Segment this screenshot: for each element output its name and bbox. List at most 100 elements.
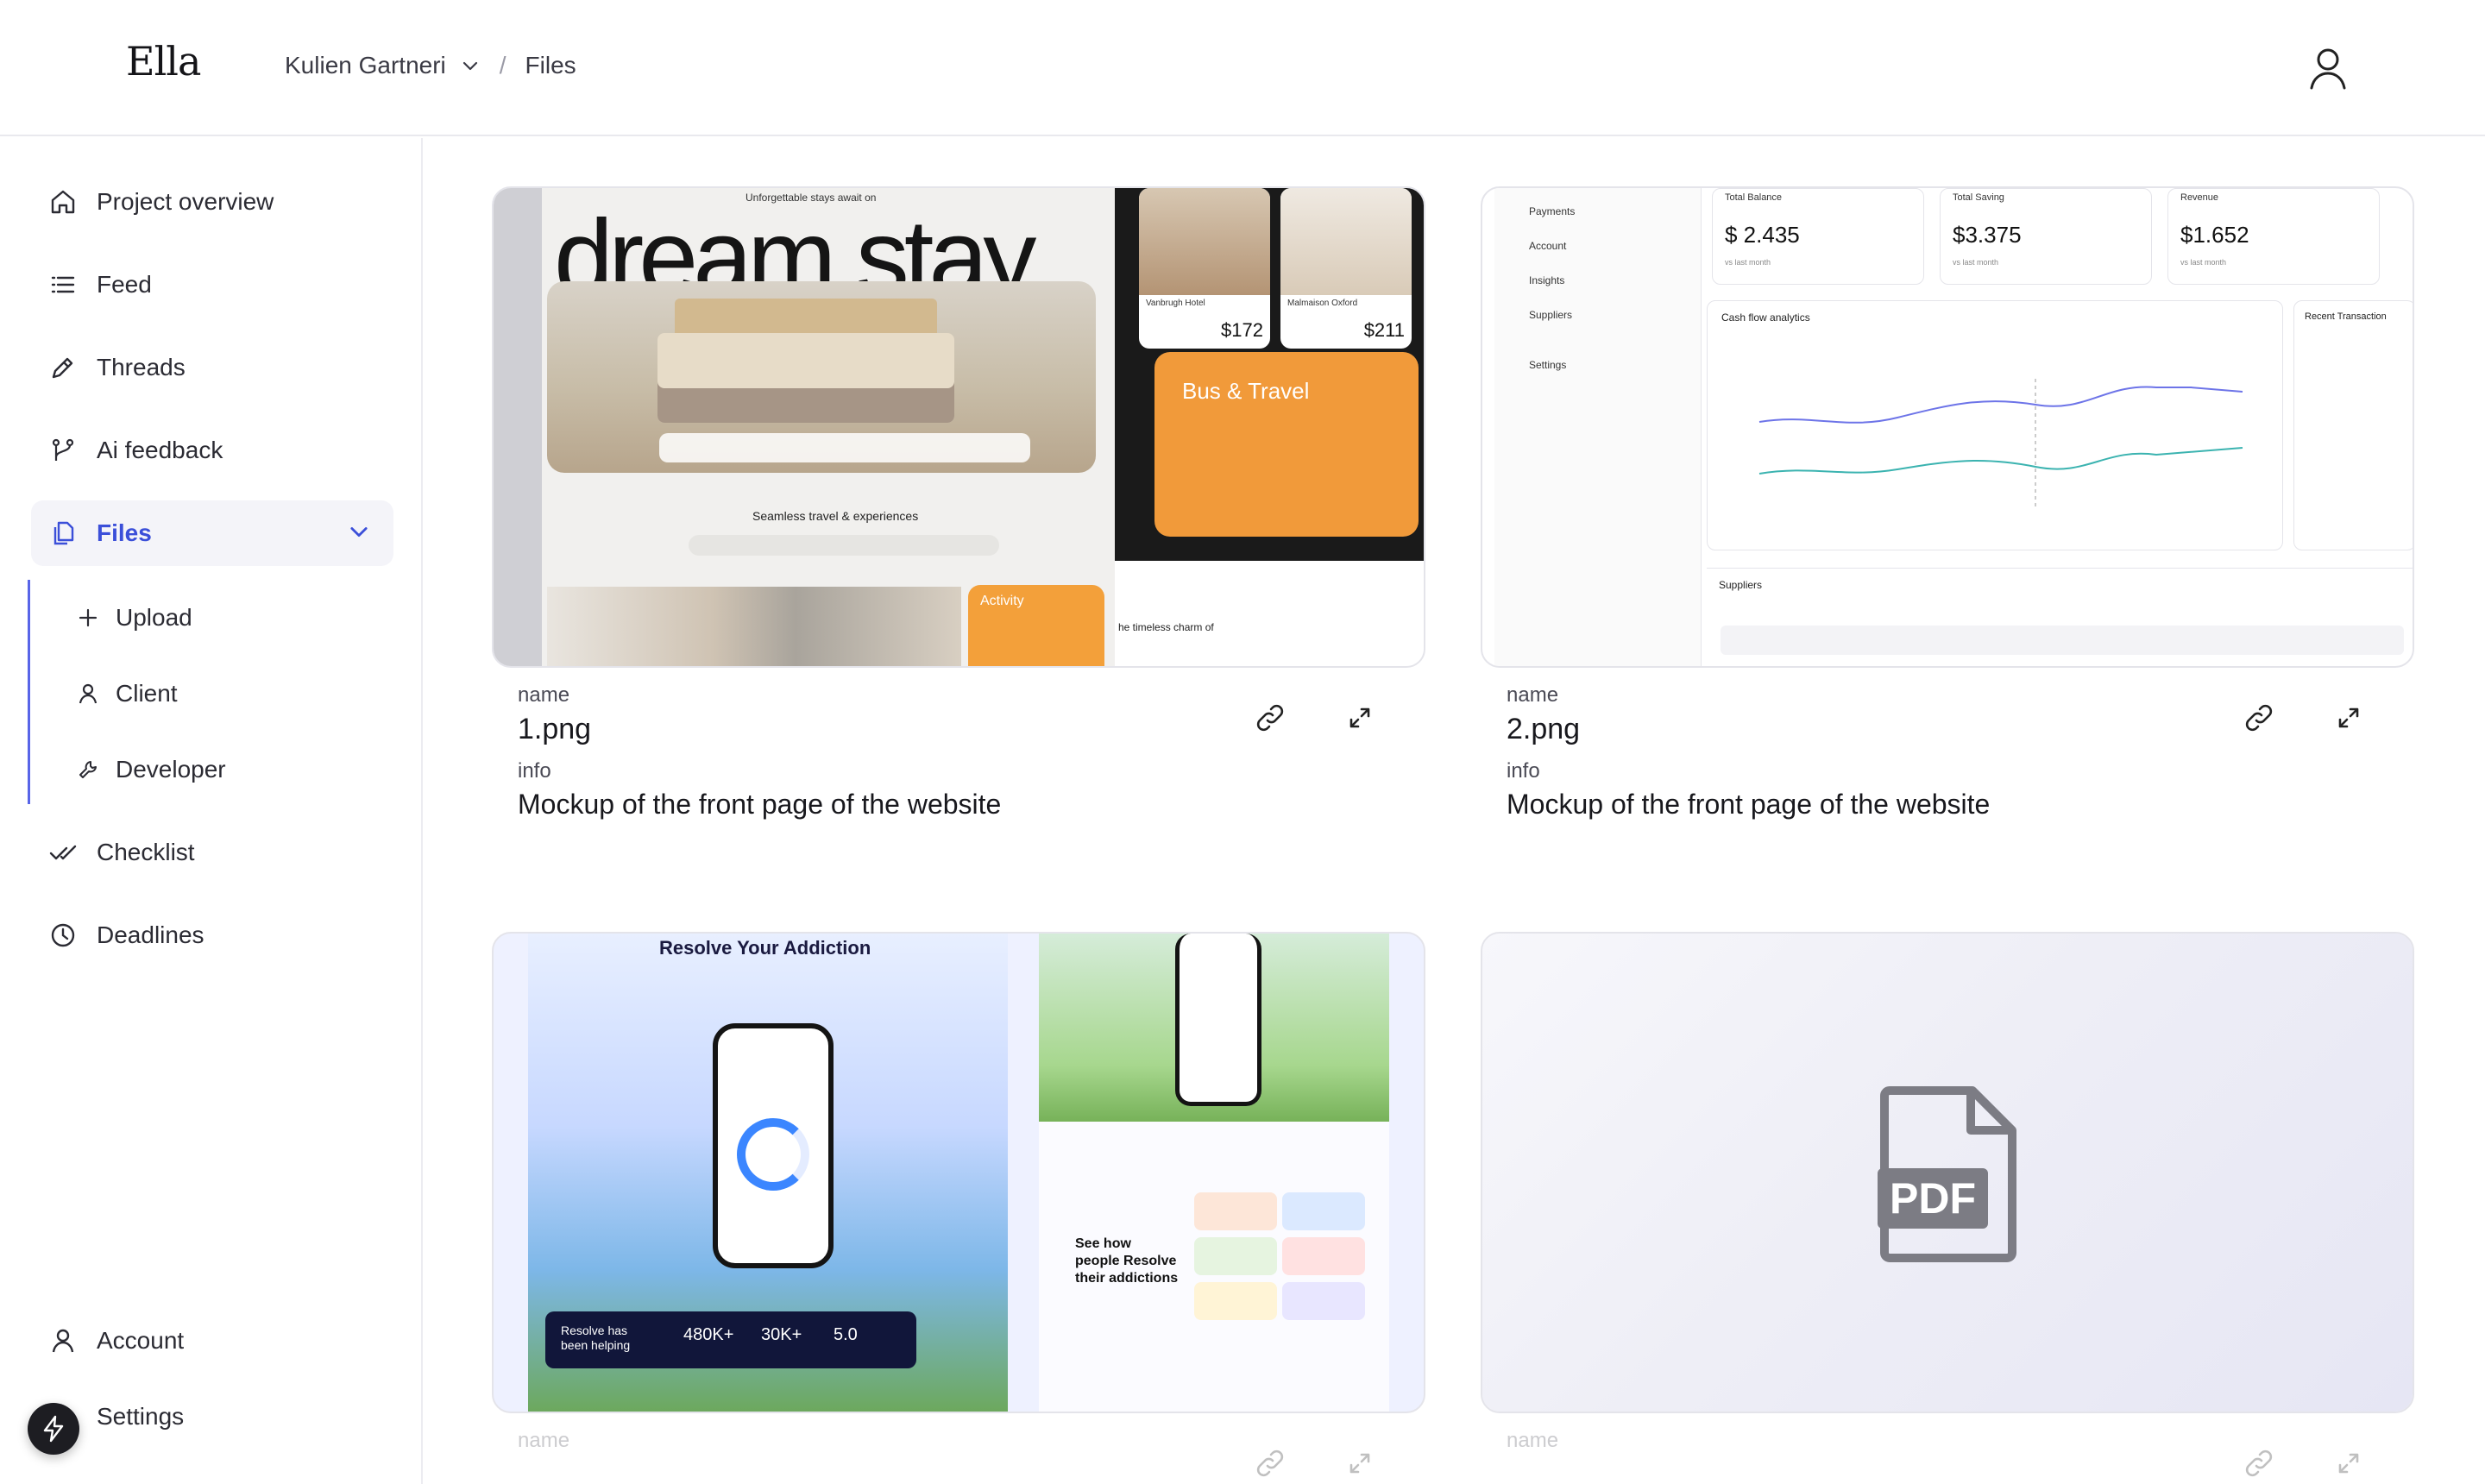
expand-button[interactable] <box>1341 699 1379 737</box>
list-icon <box>48 270 78 299</box>
file-name: 1.png <box>518 713 592 745</box>
mockup-suppliers-table: Suppliers <box>1707 568 2413 666</box>
file-card: Payments Account Insights Suppliers Sett… <box>1481 186 2414 842</box>
sidebar-subitem-label: Upload <box>116 604 192 631</box>
sidebar-item-label: Account <box>97 1327 185 1354</box>
sidebar-subitem-label: Client <box>116 680 178 707</box>
sidebar-item-project-overview[interactable]: Project overview <box>31 169 393 235</box>
file-thumbnail[interactable]: Resolve Your Addiction Resolve has been … <box>492 932 1425 1413</box>
file-info: Mockup of the front page of the website <box>1507 789 1991 820</box>
mockup-title: Resolve Your Addiction <box>659 937 871 959</box>
breadcrumb: Kulien Gartneri / Files <box>285 52 576 79</box>
mockup-testimonial-cards <box>1194 1192 1372 1391</box>
sidebar-item-settings[interactable]: Settings <box>31 1384 393 1449</box>
files-icon <box>48 519 78 548</box>
file-name-label: name <box>1507 1429 1559 1452</box>
sidebar-subitem-developer[interactable]: Developer <box>76 744 226 795</box>
user-icon <box>2310 48 2346 90</box>
copy-link-button[interactable] <box>2240 1444 2278 1482</box>
sidebar-item-threads[interactable]: Threads <box>31 335 393 400</box>
sidebar-item-label: Threads <box>97 354 186 380</box>
file-card: PDF name <box>1481 932 2414 1484</box>
file-thumbnail[interactable]: PDF <box>1481 932 2414 1413</box>
file-info: Mockup of the front page of the website <box>518 789 1002 820</box>
mockup-photo-strip <box>547 587 961 666</box>
link-icon <box>1256 1449 1284 1477</box>
expand-icon <box>1349 1453 1370 1474</box>
mockup-transactions-panel: Recent Transaction <box>2293 300 2413 550</box>
file-info-label: info <box>518 759 551 783</box>
link-icon <box>1256 704 1284 732</box>
sidebar-subitem-client[interactable]: Client <box>76 668 178 720</box>
expand-button[interactable] <box>2330 699 2368 737</box>
expand-button[interactable] <box>2330 1444 2368 1482</box>
link-icon <box>2245 704 2273 732</box>
app-logo[interactable]: Ella <box>126 38 201 85</box>
branch-icon <box>48 436 78 465</box>
chevron-down-icon <box>462 61 477 71</box>
wrench-icon <box>76 758 100 782</box>
user-menu-button[interactable] <box>2306 45 2350 91</box>
mockup-search-bar <box>659 433 1030 462</box>
file-card: Unforgettable stays await on dream stay … <box>492 186 1425 842</box>
breadcrumb-current[interactable]: Files <box>525 52 576 79</box>
mockup-stat-card: Revenue $1.652 vs last month <box>2167 188 2380 285</box>
link-icon <box>2245 1449 2273 1477</box>
file-name-label: name <box>518 1429 570 1452</box>
mockup-room-image <box>547 281 1096 473</box>
chevron-down-icon[interactable] <box>347 519 371 544</box>
expand-icon <box>2338 1453 2359 1474</box>
bolt-icon <box>43 1415 64 1443</box>
sidebar: Project overview Feed Threads Ai feedbac… <box>0 138 423 1484</box>
user-icon <box>76 682 100 706</box>
file-name-label: name <box>1507 683 1559 707</box>
top-bar: Ella Kulien Gartneri / Files <box>0 0 2485 136</box>
file-info-label: info <box>1507 759 1540 783</box>
mockup-cashflow-chart: Cash flow analytics <box>1707 300 2283 550</box>
copy-link-button[interactable] <box>1251 1444 1289 1482</box>
sidebar-item-files[interactable]: Files <box>31 500 393 566</box>
mockup-stat-card: Total Balance $ 2.435 vs last month <box>1712 188 1924 285</box>
mockup-hotel-card: Malmaison Oxford $211 <box>1280 188 1412 349</box>
project-switcher[interactable]: Kulien Gartneri <box>285 52 481 79</box>
sidebar-item-label: Project overview <box>97 188 274 215</box>
mockup-hotel-card: Vanbrugh Hotel $172 <box>1139 188 1270 349</box>
sidebar-subitem-label: Developer <box>116 756 226 783</box>
mockup-dashboard-sidebar: Payments Account Insights Suppliers Sett… <box>1494 188 1702 666</box>
sidebar-item-label: Settings <box>97 1403 185 1430</box>
expand-icon <box>1349 707 1370 728</box>
sidebar-item-label: Feed <box>97 271 152 298</box>
sidebar-item-ai-feedback[interactable]: Ai feedback <box>31 418 393 483</box>
copy-link-button[interactable] <box>1251 699 1289 737</box>
mockup-phone <box>713 1023 834 1268</box>
file-thumbnail[interactable]: Payments Account Insights Suppliers Sett… <box>1481 186 2414 668</box>
expand-button[interactable] <box>1341 1444 1379 1482</box>
pdf-file-icon: PDF <box>1878 1086 2016 1262</box>
sidebar-item-label: Files <box>97 519 152 546</box>
sidebar-item-checklist[interactable]: Checklist <box>31 820 393 885</box>
sidebar-item-feed[interactable]: Feed <box>31 252 393 318</box>
sidebar-item-label: Deadlines <box>97 921 204 948</box>
expand-icon <box>2338 707 2359 728</box>
sidebar-item-deadlines[interactable]: Deadlines <box>31 902 393 968</box>
sidebar-item-account[interactable]: Account <box>31 1308 393 1374</box>
sidebar-subitem-upload[interactable]: Upload <box>76 592 192 644</box>
clock-icon <box>48 921 78 950</box>
user-icon <box>48 1326 78 1355</box>
mockup-section-title: Seamless travel & experiences <box>752 509 919 523</box>
mockup-activity-card: Activity <box>968 585 1104 666</box>
breadcrumb-separator: / <box>499 52 506 79</box>
home-icon <box>48 187 78 217</box>
mockup-bus-card: Bus & Travel <box>1154 352 1419 537</box>
file-thumbnail[interactable]: Unforgettable stays await on dream stay … <box>492 186 1425 668</box>
mockup-stat-card: Total Saving $3.375 vs last month <box>1940 188 2152 285</box>
mockup-chart-lines <box>1758 379 2243 508</box>
pdf-label: PDF <box>1890 1174 1976 1223</box>
quick-action-button[interactable] <box>28 1403 79 1455</box>
mockup-stats-bar: Resolve has been helping 480K+ 30K+ 5.0 <box>545 1311 916 1368</box>
file-name-label: name <box>518 683 570 707</box>
project-name: Kulien Gartneri <box>285 52 446 79</box>
check-icon <box>48 838 78 867</box>
copy-link-button[interactable] <box>2240 699 2278 737</box>
file-name: 2.png <box>1507 713 1581 745</box>
